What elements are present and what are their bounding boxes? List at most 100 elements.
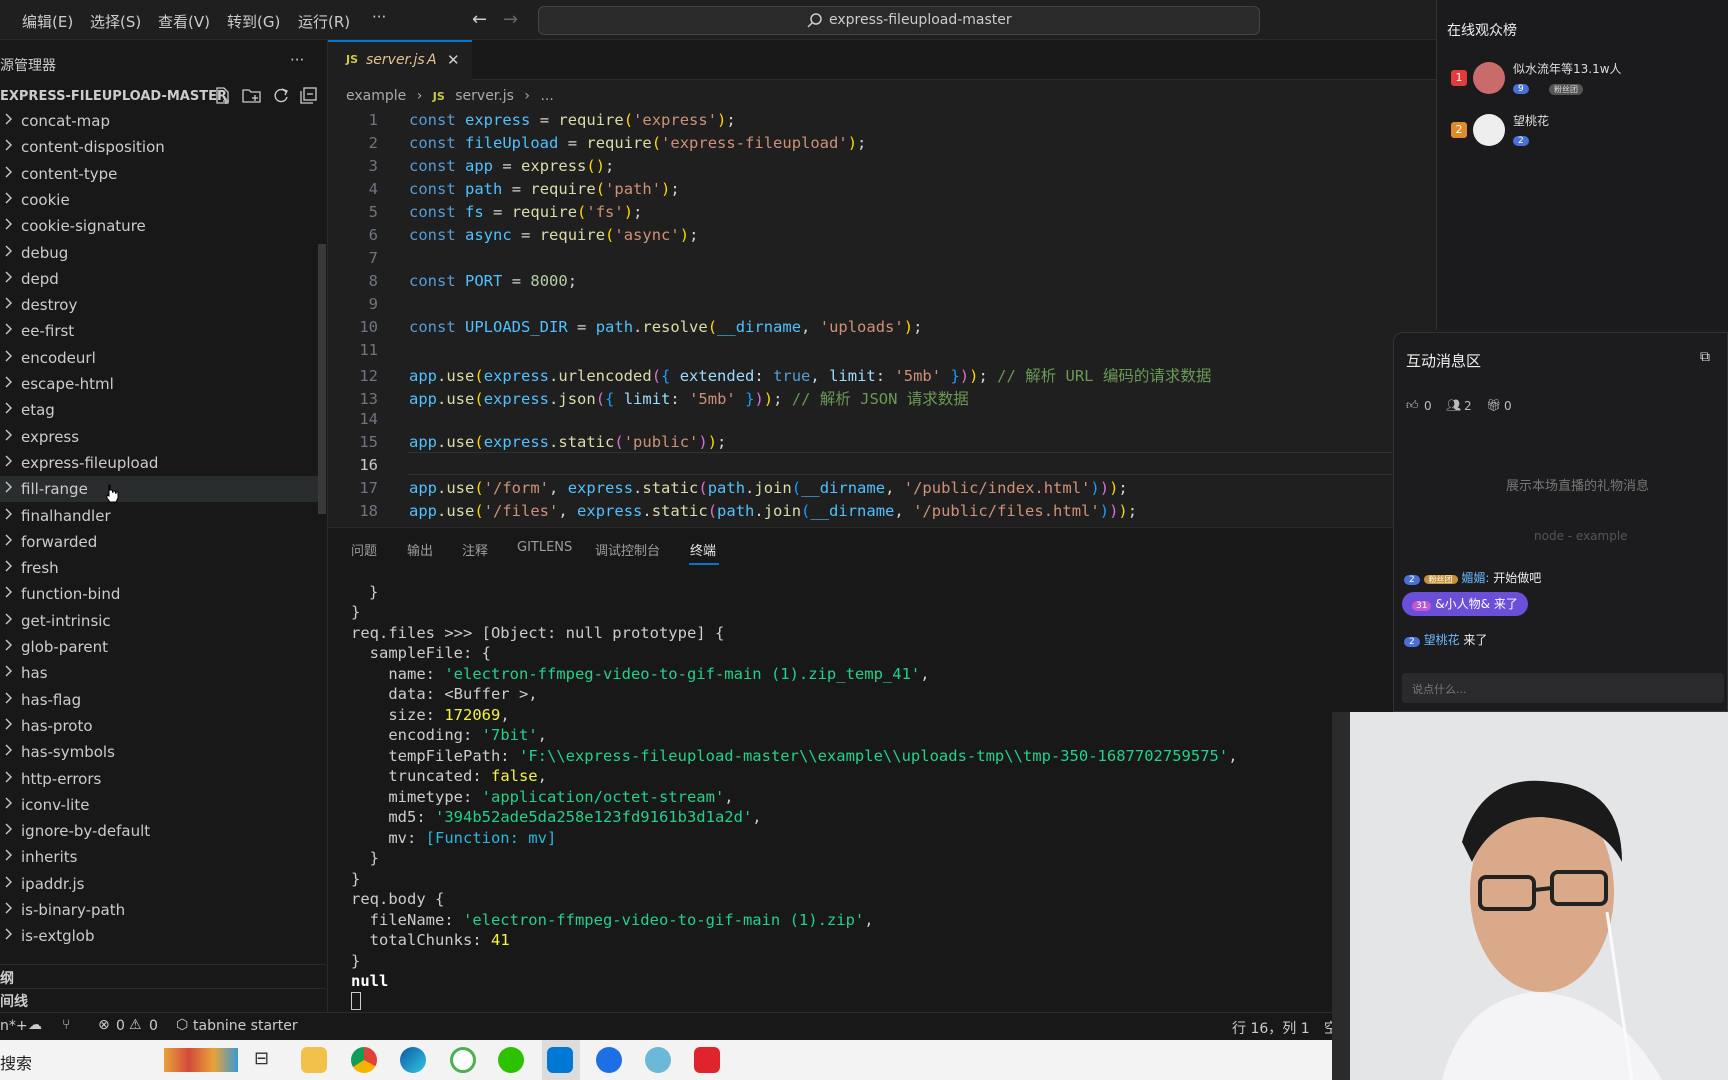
tree-item[interactable]: concat-map	[0, 108, 326, 134]
taskbar-search[interactable]: 搜索	[0, 1050, 32, 1074]
breadcrumb-symbol[interactable]: ...	[540, 88, 553, 104]
tree-item[interactable]: ignore-by-default	[0, 818, 326, 844]
tree-item[interactable]: http-errors	[0, 766, 326, 792]
chevron-right-icon	[5, 350, 12, 362]
chevron-right-icon	[5, 323, 12, 335]
panel-tab-terminal[interactable]: 终端	[690, 540, 716, 559]
tree-item[interactable]: etag	[0, 397, 326, 423]
avatar[interactable]	[1473, 62, 1505, 94]
explorer-more-button[interactable]: ···	[290, 51, 304, 69]
git-graph-icon[interactable]: ⑂	[62, 1017, 70, 1033]
cursor-position[interactable]: 行 16，列 1	[1232, 1018, 1310, 1038]
panel-tab-output[interactable]: 输出	[407, 540, 433, 559]
tree-item[interactable]: iconv-lite	[0, 792, 326, 818]
outline-section[interactable]: 纲	[0, 968, 14, 988]
new-file-icon[interactable]	[214, 87, 232, 105]
tree-item[interactable]: is-binary-path	[0, 897, 326, 923]
sync-icon[interactable]: ☁	[28, 1017, 42, 1033]
chrome-icon[interactable]	[351, 1047, 377, 1073]
chat-input[interactable]: 说点什么...	[1402, 673, 1724, 703]
tree-item[interactable]: escape-html	[0, 371, 326, 397]
wechat-icon[interactable]	[498, 1047, 524, 1073]
menu-view[interactable]: 查看(V)	[158, 11, 210, 32]
tree-item[interactable]: has-proto	[0, 713, 326, 739]
tree-item[interactable]: ee-first	[0, 318, 326, 344]
menu-edit[interactable]: 编辑(E)	[22, 11, 73, 32]
tree-item[interactable]: inherits	[0, 844, 326, 870]
tree-item[interactable]: content-disposition	[0, 134, 326, 160]
edge-icon[interactable]	[400, 1047, 426, 1073]
collapse-all-icon[interactable]	[300, 87, 318, 105]
app-icon[interactable]	[645, 1047, 671, 1073]
panel-tab-debug-console[interactable]: 调试控制台	[595, 540, 660, 559]
like-count: 0	[1424, 399, 1432, 413]
tree-item[interactable]: get-intrinsic	[0, 608, 326, 634]
tree-item[interactable]: function-bind	[0, 581, 326, 607]
code-line: 14	[359, 410, 378, 428]
viewer-name[interactable]: 似水流年等13.1w人	[1513, 60, 1622, 77]
tree-item[interactable]: glob-parent	[0, 634, 326, 660]
viewer-name[interactable]: 望桃花	[1513, 112, 1549, 129]
menu-more[interactable]: ···	[372, 8, 386, 26]
users-icon: 👥︎	[1446, 398, 1462, 412]
tree-item[interactable]: content-type	[0, 161, 326, 187]
task-view-icon[interactable]: ⊟	[254, 1048, 269, 1069]
close-tab-icon[interactable]: ✕	[447, 51, 460, 69]
tree-item[interactable]: forwarded	[0, 529, 326, 555]
chat-username[interactable]: &小人物&	[1435, 597, 1490, 611]
tree-item[interactable]: encodeurl	[0, 345, 326, 371]
tree-item[interactable]: finalhandler	[0, 503, 326, 529]
chevron-right-icon	[5, 876, 12, 888]
search-highlight-image[interactable]	[164, 1048, 238, 1072]
breadcrumb-file[interactable]: server.js	[455, 88, 514, 104]
sidebar-scrollbar[interactable]	[318, 244, 326, 514]
level-badge: 2	[1404, 575, 1420, 585]
menu-run[interactable]: 运行(R)	[298, 11, 350, 32]
tree-item[interactable]: has-symbols	[0, 739, 326, 765]
tree-item[interactable]: express	[0, 424, 326, 450]
panel-tab-problems[interactable]: 问题	[351, 540, 377, 559]
tree-item[interactable]: has-flag	[0, 687, 326, 713]
tree-item[interactable]: destroy	[0, 292, 326, 318]
chat-title: 互动消息区	[1406, 352, 1482, 370]
chat-message: 2 粉丝团 媚媚: 开始做吧	[1404, 569, 1541, 586]
tree-item[interactable]: is-extglob	[0, 923, 326, 949]
file-explorer-icon[interactable]	[301, 1047, 327, 1073]
git-branch-status[interactable]: n*+	[0, 1018, 28, 1034]
tree-item[interactable]: cookie-signature	[0, 213, 326, 239]
tree-item[interactable]: ipaddr.js	[0, 871, 326, 897]
chevron-right-icon	[5, 402, 12, 414]
chevron-right-icon	[5, 928, 12, 940]
menu-selection[interactable]: 选择(S)	[90, 11, 141, 32]
breadcrumb-folder[interactable]: example	[346, 88, 406, 104]
forward-arrow-icon[interactable]: →	[503, 9, 518, 30]
chat-username[interactable]: 媚媚:	[1461, 571, 1489, 585]
tree-item[interactable]: has	[0, 660, 326, 686]
tree-item[interactable]: express-fileupload	[0, 450, 326, 476]
tree-item[interactable]: depd	[0, 266, 326, 292]
chat-username[interactable]: 望桃花	[1424, 633, 1460, 647]
menu-go[interactable]: 转到(G)	[227, 11, 280, 32]
command-center-search[interactable]: express-fileupload-master	[538, 6, 1260, 35]
new-folder-icon[interactable]	[242, 87, 262, 105]
tree-item[interactable]: fill-range	[0, 476, 326, 503]
panel-tab-gitlens[interactable]: GITLENS	[517, 540, 572, 555]
tabnine-status[interactable]: tabnine starter	[193, 1018, 298, 1034]
explorer-root-folder[interactable]: EXPRESS-FILEUPLOAD-MASTER	[0, 89, 227, 104]
tree-item[interactable]: fresh	[0, 555, 326, 581]
timeline-section[interactable]: 间线	[0, 991, 28, 1011]
panel-tab-comments[interactable]: 注释	[462, 540, 488, 559]
refresh-icon[interactable]	[272, 87, 290, 105]
app-icon[interactable]	[450, 1047, 476, 1073]
app-icon[interactable]	[694, 1047, 720, 1073]
back-arrow-icon[interactable]: ←	[472, 9, 487, 30]
kugou-icon[interactable]	[596, 1047, 622, 1073]
tab-server-js[interactable]: JS server.js A ✕	[328, 40, 472, 81]
tree-item[interactable]: cookie	[0, 187, 326, 213]
vscode-icon[interactable]	[547, 1047, 573, 1073]
tree-item[interactable]: debug	[0, 240, 326, 266]
avatar[interactable]	[1473, 114, 1505, 146]
error-icon[interactable]: ⊗	[98, 1017, 110, 1033]
popout-icon[interactable]: ⧉	[1700, 349, 1710, 365]
chevron-right-icon	[5, 665, 12, 677]
